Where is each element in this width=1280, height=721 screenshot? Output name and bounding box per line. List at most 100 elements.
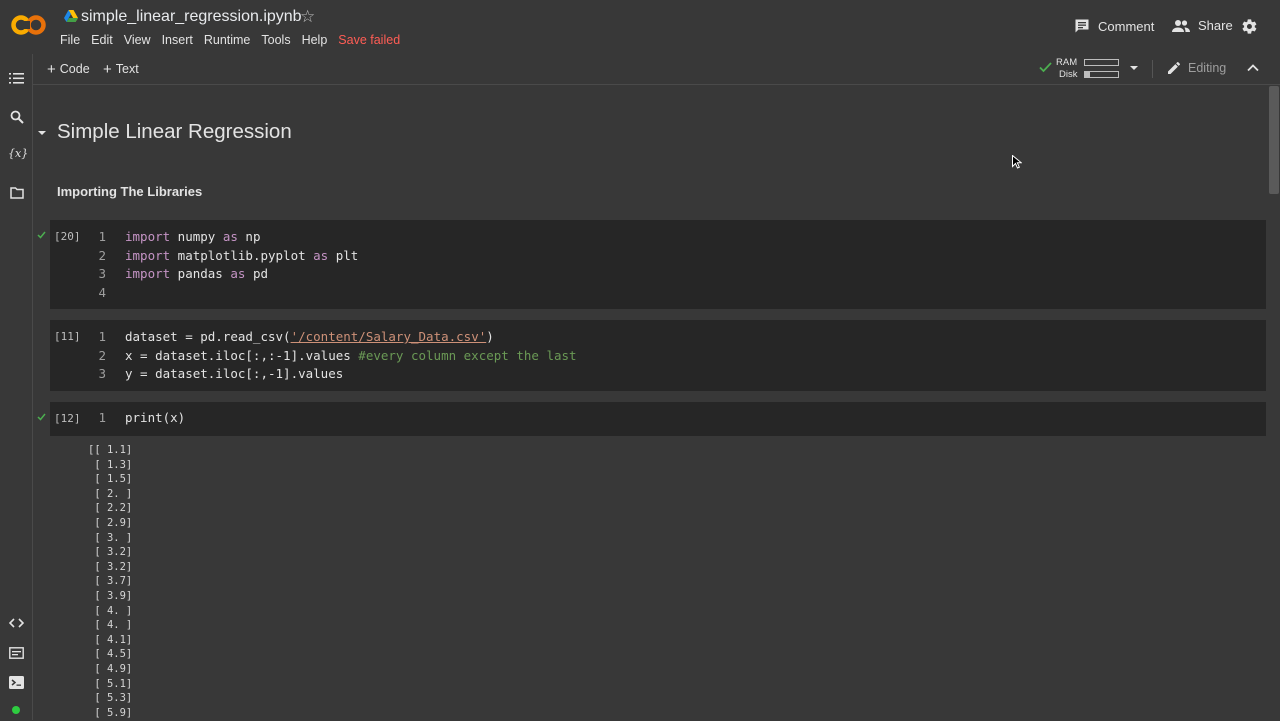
- output-line: [ 4.5]: [88, 648, 133, 661]
- cell-output: [[ 1.1] [ 1.3] [ 1.5] [ 2. ] [ 2.2] [ 2.…: [88, 444, 132, 721]
- app-header: simple_linear_regression.ipynb ☆ File Ed…: [0, 0, 1280, 55]
- editing-mode-button[interactable]: Editing: [1167, 61, 1226, 75]
- collapse-header-icon[interactable]: [1247, 63, 1259, 73]
- runtime-status-dot-icon: [12, 706, 20, 714]
- output-line: [ 1.3]: [88, 458, 133, 471]
- comment-icon: [1075, 19, 1089, 33]
- code-line[interactable]: 1 import numpy as np: [90, 229, 358, 248]
- ram-label: RAM: [1056, 57, 1078, 68]
- table-of-contents-icon[interactable]: [9, 72, 24, 85]
- code-line[interactable]: 2 x = dataset.iloc[:,:-1].values #every c…: [90, 347, 576, 367]
- output-line: [[ 1.1]: [88, 444, 133, 456]
- line-number: 1: [98, 410, 106, 425]
- execution-count: [20]: [54, 230, 81, 243]
- output-line: [ 5.3]: [88, 692, 133, 705]
- line-number: 2: [98, 347, 106, 363]
- add-text-label: Text: [115, 62, 139, 76]
- section-heading: Simple Linear Regression: [57, 120, 292, 143]
- notebook-title[interactable]: simple_linear_regression.ipynb: [81, 8, 302, 26]
- run-success-check-icon[interactable]: [37, 231, 46, 239]
- command-palette-icon[interactable]: [9, 647, 24, 659]
- code-token: matplotlib.pyplot: [170, 247, 314, 263]
- add-text-button[interactable]: + Text: [103, 60, 139, 78]
- star-icon[interactable]: ☆: [300, 7, 315, 27]
- line-number: 2: [98, 247, 106, 263]
- terminal-icon[interactable]: [9, 676, 24, 689]
- code-token: import: [125, 266, 171, 281]
- cell-code[interactable]: 1 print(x): [90, 410, 185, 429]
- output-line: [ 4. ]: [88, 619, 133, 632]
- line-number: 4: [98, 284, 106, 300]
- line-number: 1: [98, 329, 106, 344]
- output-line: [ 3.7]: [88, 575, 133, 588]
- code-line[interactable]: 4: [90, 285, 358, 304]
- search-icon[interactable]: [10, 110, 24, 124]
- output-line: [ 4.9]: [88, 662, 133, 675]
- mouse-cursor-icon: [1012, 155, 1022, 169]
- add-code-button[interactable]: + Code: [47, 60, 90, 78]
- menu-insert[interactable]: Insert: [162, 33, 193, 47]
- ram-bar: [1084, 59, 1119, 66]
- gear-icon[interactable]: [1241, 18, 1258, 35]
- connected-check-icon: [1039, 62, 1052, 73]
- output-line: [ 4. ]: [88, 604, 133, 617]
- output-line: [ 5.9]: [88, 706, 133, 719]
- toolbar-divider: [1152, 60, 1153, 78]
- code-token: pd: [245, 266, 269, 281]
- code-line[interactable]: 3 y = dataset.iloc[:,-1].values: [90, 366, 577, 385]
- comment-button[interactable]: Comment: [1074, 18, 1154, 34]
- share-button[interactable]: Share: [1172, 18, 1233, 33]
- section-collapse-arrow-icon[interactable]: [37, 129, 47, 137]
- text-cell-subheading: Importing The Libraries: [57, 184, 203, 199]
- run-success-check-icon[interactable]: [37, 413, 46, 421]
- code-token: '/content/Salary_Data.csv': [290, 329, 487, 344]
- google-drive-icon[interactable]: [64, 10, 78, 23]
- disk-bar: [1084, 71, 1119, 78]
- cell-code[interactable]: 1 dataset = pd.read_csv('/content/Salary_…: [90, 329, 577, 385]
- output-line: [ 4.1]: [88, 633, 133, 646]
- code-line[interactable]: 3 import pandas as pd: [90, 266, 358, 285]
- chevron-down-icon[interactable]: [1129, 63, 1139, 73]
- menu-view[interactable]: View: [124, 33, 151, 47]
- output-line: [ 3.9]: [88, 589, 133, 602]
- disk-label: Disk: [1059, 69, 1078, 80]
- cell-code[interactable]: 1 import numpy as np 2 import matplotlib.py…: [90, 229, 358, 303]
- code-token: np: [237, 229, 261, 244]
- code-token: ): [486, 329, 494, 344]
- menu-runtime[interactable]: Runtime: [204, 33, 251, 47]
- code-line[interactable]: 2 import matplotlib.pyplot as plt: [90, 248, 358, 267]
- people-icon: [1172, 19, 1190, 32]
- pencil-icon: [1168, 61, 1181, 74]
- notebook-scrollbar[interactable]: [1269, 86, 1279, 194]
- menu-bar: File Edit View Insert Runtime Tools Help…: [60, 33, 411, 47]
- output-line: [ 5.1]: [88, 677, 133, 690]
- code-snippets-icon[interactable]: [9, 617, 24, 629]
- menu-edit[interactable]: Edit: [91, 33, 113, 47]
- output-line: [ 3. ]: [88, 531, 133, 544]
- plus-icon: +: [47, 61, 56, 78]
- code-token: numpy: [170, 229, 223, 244]
- code-token: pandas: [170, 266, 231, 281]
- line-number: 1: [98, 229, 106, 244]
- output-line: [ 3.2]: [88, 560, 133, 573]
- line-number: 3: [98, 366, 106, 381]
- output-line: [ 2.2]: [88, 502, 133, 515]
- left-sidebar: {x}: [0, 54, 33, 720]
- folder-icon[interactable]: [10, 187, 24, 199]
- code-token: x = dataset.iloc[:,:-1].values: [125, 347, 359, 363]
- code-token: plt: [328, 247, 359, 263]
- code-line[interactable]: 1 print(x): [90, 410, 185, 429]
- menu-help[interactable]: Help: [302, 33, 328, 47]
- save-status[interactable]: Save failed: [338, 33, 400, 47]
- colab-logo-icon[interactable]: [11, 11, 47, 39]
- plus-icon: +: [103, 61, 112, 78]
- menu-tools[interactable]: Tools: [261, 33, 290, 47]
- code-cell[interactable]: [50, 402, 1266, 436]
- menu-file[interactable]: File: [60, 33, 80, 47]
- code-line[interactable]: 1 dataset = pd.read_csv('/content/Salary_…: [90, 329, 577, 348]
- code-token: print(x): [125, 410, 186, 425]
- execution-count: [11]: [54, 330, 81, 343]
- code-token: as: [222, 229, 238, 244]
- variables-icon[interactable]: {x}: [8, 147, 28, 160]
- output-line: [ 2.9]: [88, 516, 133, 529]
